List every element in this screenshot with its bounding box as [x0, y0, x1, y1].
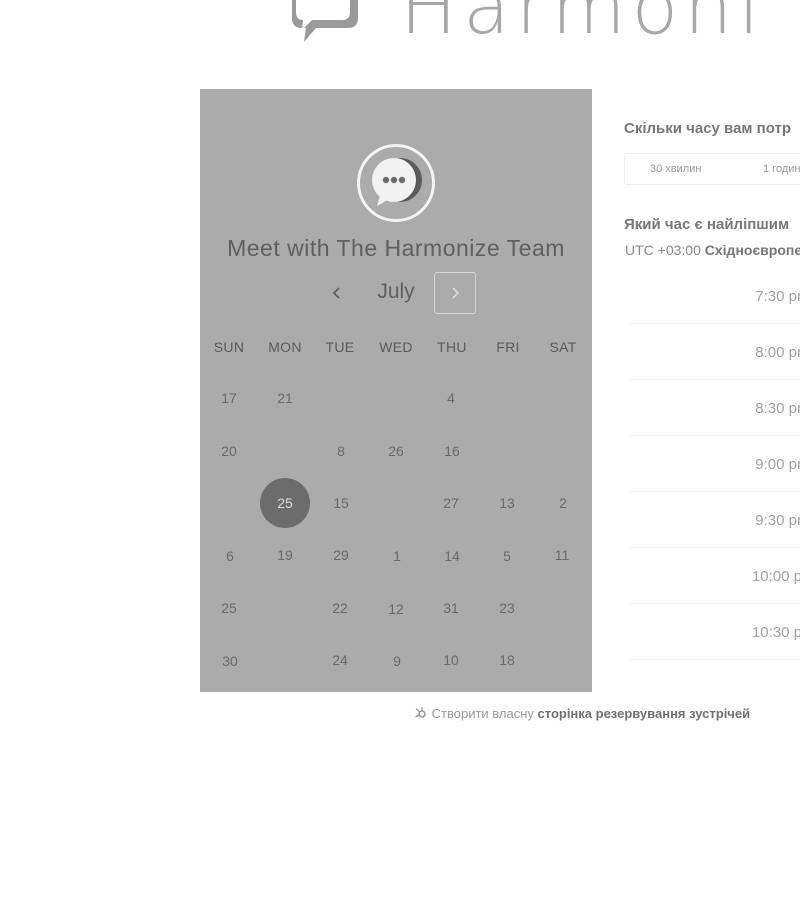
calendar-day[interactable]: 14 — [427, 531, 477, 581]
weekday-tue: TUE — [325, 339, 355, 355]
time-slot-label: 7:30 pr — [755, 288, 800, 305]
calendar-day[interactable]: 19 — [260, 530, 310, 580]
calendar-day[interactable]: 9 — [372, 636, 422, 686]
calendar-day[interactable]: 15 — [316, 478, 366, 528]
weekday-mon: MON — [268, 339, 302, 355]
time-question: Який час є найліпшим — [624, 216, 790, 233]
logo-chat-icon — [282, 0, 368, 46]
hubspot-sprocket-icon — [415, 707, 426, 718]
time-slot-label: 8:00 pr — [755, 344, 800, 361]
calendar-day[interactable]: 11 — [537, 530, 587, 580]
chevron-right-icon — [452, 287, 460, 299]
calendar-day[interactable]: 31 — [426, 583, 476, 633]
brand-logo — [282, 0, 368, 48]
calendar-day[interactable]: 30 — [205, 636, 255, 686]
footer-prefix: Створити власну — [431, 706, 534, 721]
duration-option-1h[interactable]: 1 годин — [763, 163, 800, 175]
calendar-day[interactable]: 18 — [482, 635, 532, 685]
timezone-offset: UTC +03:00 — [625, 242, 701, 258]
chevron-left-icon — [332, 287, 340, 299]
team-avatar — [357, 144, 435, 222]
time-slot[interactable]: 8:00 pr — [630, 328, 800, 380]
calendar-day[interactable]: 12 — [371, 584, 421, 634]
calendar-day[interactable]: 23 — [482, 583, 532, 633]
time-slot-label: 10:00 p — [751, 568, 800, 585]
calendar-day[interactable]: 2 — [538, 478, 588, 528]
time-slot-label: 10:30 p — [751, 624, 800, 641]
time-slot[interactable]: 8:30 pr — [630, 384, 800, 436]
time-slot[interactable]: 10:00 p — [630, 552, 800, 604]
time-slot-label: 9:30 pr — [755, 512, 800, 529]
brand-name: Harmoni — [400, 0, 766, 51]
timezone-selector[interactable]: UTC +03:00 Східноєвропе — [625, 242, 800, 258]
calendar-day[interactable]: 1 — [372, 531, 422, 581]
timezone-name: Східноєвропе — [704, 242, 800, 258]
duration-selector: 30 хвилин 1 годин — [624, 153, 800, 185]
calendar-day[interactable]: 17 — [204, 373, 254, 423]
footer-link[interactable]: сторінка резервування зустрічей — [538, 706, 751, 721]
month-navigation: July — [200, 272, 592, 314]
calendar-day[interactable]: 26 — [371, 426, 421, 476]
calendar-day[interactable]: 29 — [316, 530, 366, 580]
calendar-day[interactable]: 25 — [204, 583, 254, 633]
calendar-day[interactable]: 20 — [204, 426, 254, 476]
calendar-day[interactable]: 22 — [315, 583, 365, 633]
time-slot[interactable]: 7:30 pr — [630, 272, 800, 324]
month-label: July — [377, 280, 415, 303]
weekday-fri: FRI — [496, 339, 520, 355]
time-slot[interactable]: 10:30 p — [630, 608, 800, 660]
weekday-sat: SAT — [549, 339, 577, 355]
calendar-day[interactable]: 6 — [205, 531, 255, 581]
next-month-button[interactable] — [434, 272, 476, 314]
weekday-wed: WED — [379, 339, 413, 355]
previous-month-button[interactable] — [325, 278, 349, 308]
weekday-sun: SUN — [213, 339, 245, 355]
calendar-day[interactable]: 10 — [426, 635, 476, 685]
meeting-title: Meet with The Harmonize Team — [227, 235, 565, 261]
time-slot[interactable]: 9:30 pr — [630, 496, 800, 548]
calendar-day[interactable]: 27 — [426, 478, 476, 528]
duration-option-30min[interactable]: 30 хвилин — [650, 163, 701, 175]
calendar-day[interactable]: 4 — [426, 373, 476, 423]
weekday-thu: THU — [437, 339, 467, 355]
calendar-day[interactable]: 8 — [316, 426, 366, 476]
time-slot[interactable]: 9:00 pr — [630, 440, 800, 492]
calendar-day[interactable]: 5 — [482, 531, 532, 581]
time-slot-label: 8:30 pr — [755, 400, 800, 417]
calendar-day-selected[interactable]: 25 — [260, 478, 310, 528]
calendar-day[interactable]: 13 — [482, 478, 532, 528]
chat-bubble-icon — [372, 158, 422, 206]
time-slot-label: 9:00 pr — [755, 456, 800, 473]
calendar-panel: Meet with The Harmonize Team July SUN MO… — [200, 89, 592, 692]
duration-question: Скільки часу вам потр — [624, 120, 792, 137]
calendar-day[interactable]: 16 — [427, 426, 477, 476]
footer-credit: Створити власну сторінка резервування зу… — [414, 706, 750, 721]
calendar-day[interactable]: 24 — [315, 635, 365, 685]
calendar-day[interactable]: 21 — [260, 373, 310, 423]
